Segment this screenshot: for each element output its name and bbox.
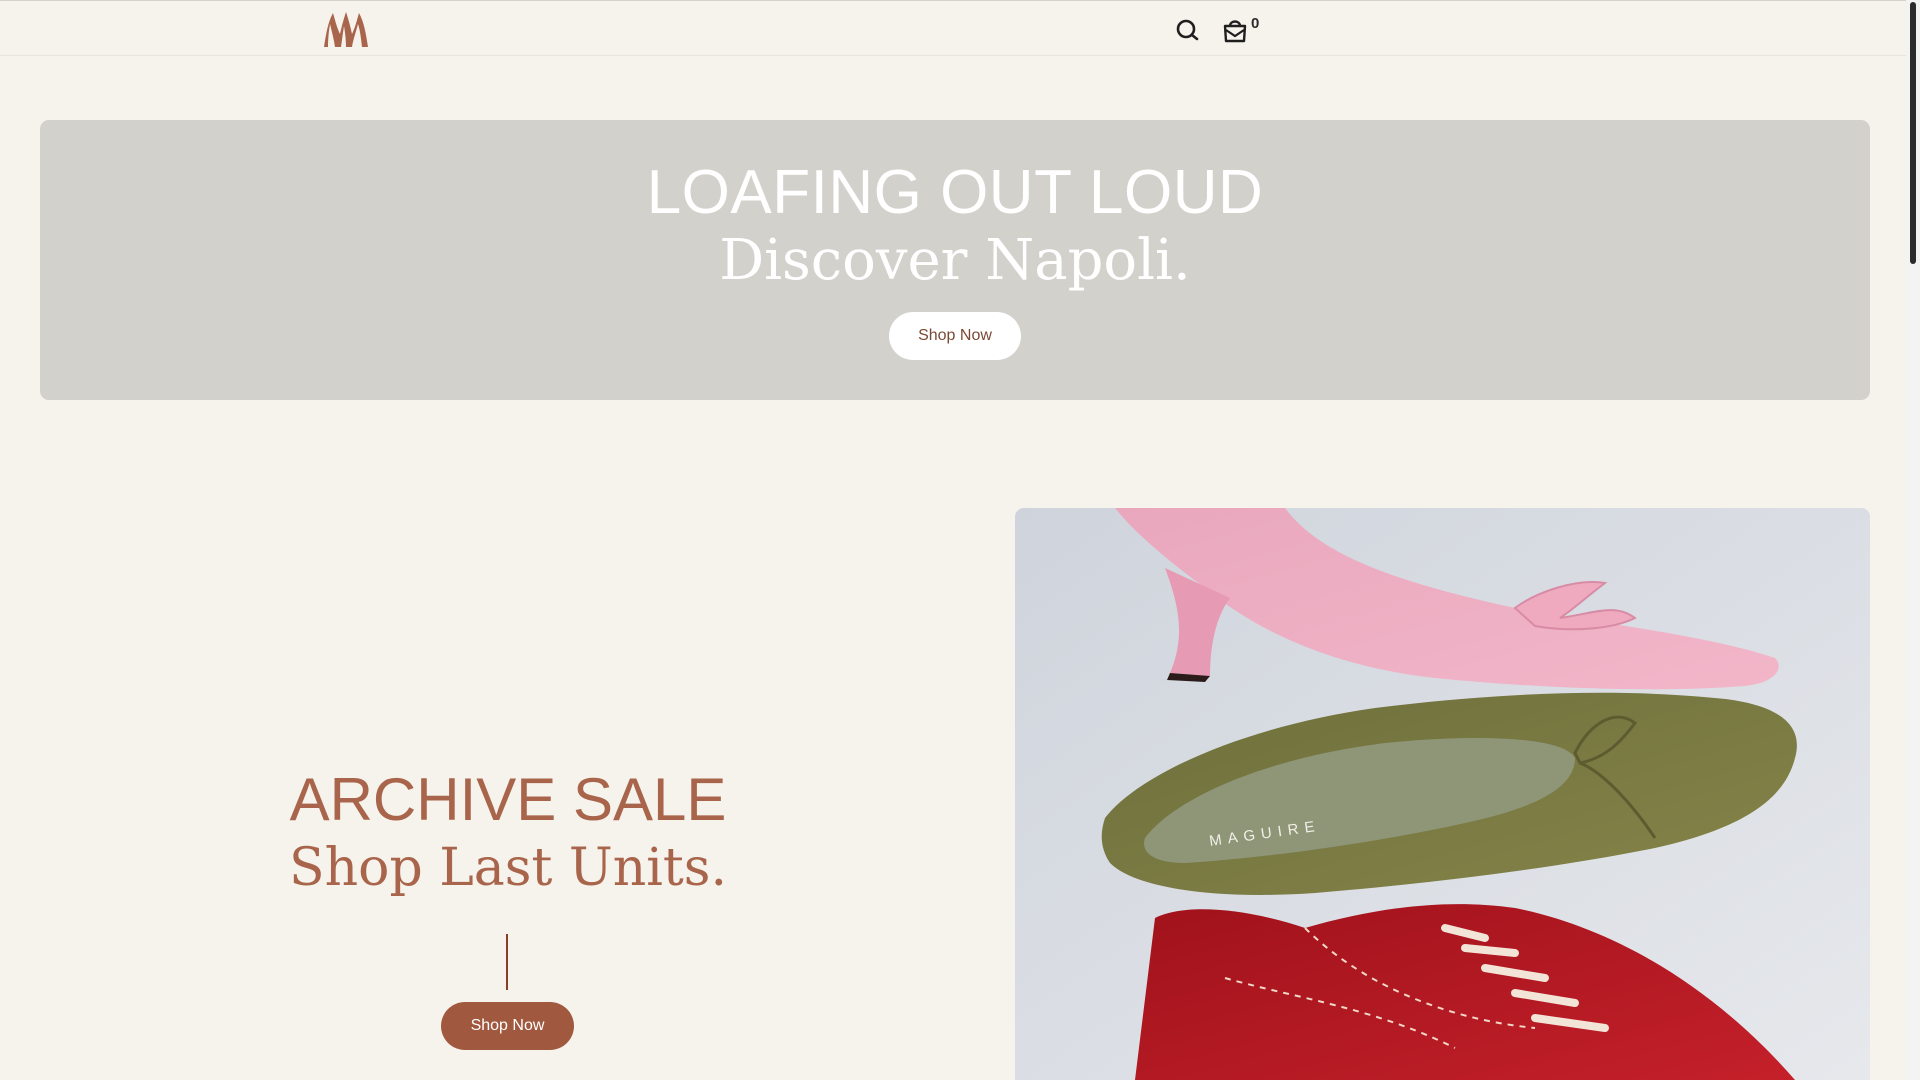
scrollbar-thumb[interactable] [1910, 2, 1916, 264]
archive-sale-title: ARCHIVE SALE [289, 766, 727, 833]
archive-shop-now-button[interactable]: Shop Now [441, 1002, 574, 1050]
hero-shop-now-button[interactable]: Shop Now [889, 312, 1021, 360]
search-icon [1176, 19, 1199, 41]
page-scrollbar[interactable] [1906, 0, 1920, 1080]
archive-sale-subtitle: Shop Last Units. [289, 838, 727, 898]
shoes-product-image[interactable]: MAGUIRE [1015, 508, 1870, 1080]
bag-icon [1223, 20, 1247, 43]
shoes-illustration: MAGUIRE [1015, 508, 1870, 1080]
cart-button[interactable]: 0 [1222, 15, 1262, 45]
hero-subtitle: Discover Napoli. [719, 228, 1191, 293]
search-button[interactable] [1175, 18, 1201, 44]
site-header: 0 [0, 0, 1906, 56]
maguire-m-logo-icon [324, 12, 368, 47]
brand-logo[interactable] [320, 10, 372, 48]
hero-title: LOAFING OUT LOUD [646, 158, 1264, 227]
vertical-divider [506, 934, 508, 990]
hero-banner[interactable]: LOAFING OUT LOUD Discover Napoli. Shop N… [40, 120, 1870, 400]
cart-count: 0 [1251, 15, 1260, 32]
